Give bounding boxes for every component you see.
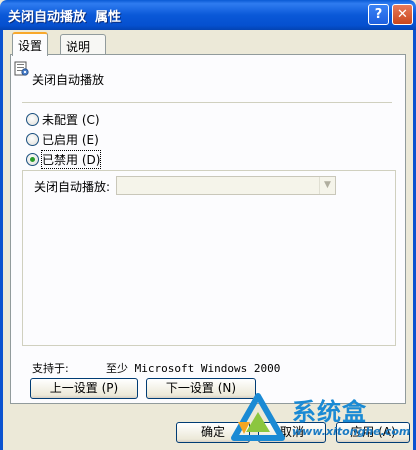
- tab-settings[interactable]: 设置: [12, 32, 49, 56]
- setting-label: 关闭自动播放:: [34, 180, 111, 194]
- support-value: 至少 Microsoft Windows 2000: [106, 362, 281, 375]
- radio-label: 已禁用 (D): [40, 150, 102, 169]
- setting-dropdown[interactable]: ▼: [116, 176, 336, 195]
- watermark-url: www.xitonghe.com: [292, 425, 411, 438]
- radio-label: 未配置 (C): [42, 113, 100, 127]
- previous-setting-button[interactable]: 上一设置 (P): [30, 378, 138, 399]
- watermark-logo-icon: [231, 393, 285, 441]
- radio-label: 已启用 (E): [42, 133, 99, 147]
- window-border-left: [0, 30, 3, 450]
- radio-circle[interactable]: [26, 113, 39, 126]
- radio-circle[interactable]: [26, 133, 39, 146]
- radio-circle[interactable]: [26, 153, 39, 166]
- policy-setting-icon: [14, 61, 29, 76]
- radio-not-configured[interactable]: 未配置 (C): [26, 111, 100, 128]
- help-button[interactable]: ?: [368, 4, 389, 25]
- divider: [22, 102, 392, 103]
- radio-disabled[interactable]: 已禁用 (D): [26, 150, 102, 169]
- watermark: 系统盒 www.xitonghe.com: [230, 390, 416, 446]
- watermark-brand: 系统盒: [292, 398, 367, 426]
- title-bar[interactable]: 关闭自动播放 属性 ? ✕: [0, 0, 416, 30]
- radio-enabled[interactable]: 已启用 (E): [26, 131, 99, 148]
- support-label: 支持于:: [32, 362, 69, 375]
- options-box: [22, 170, 396, 346]
- chevron-down-icon[interactable]: ▼: [319, 177, 335, 194]
- tab-explain[interactable]: 说明: [60, 34, 106, 55]
- close-button[interactable]: ✕: [392, 4, 413, 25]
- policy-name: 关闭自动播放: [32, 73, 105, 87]
- window-title: 关闭自动播放 属性: [8, 10, 122, 25]
